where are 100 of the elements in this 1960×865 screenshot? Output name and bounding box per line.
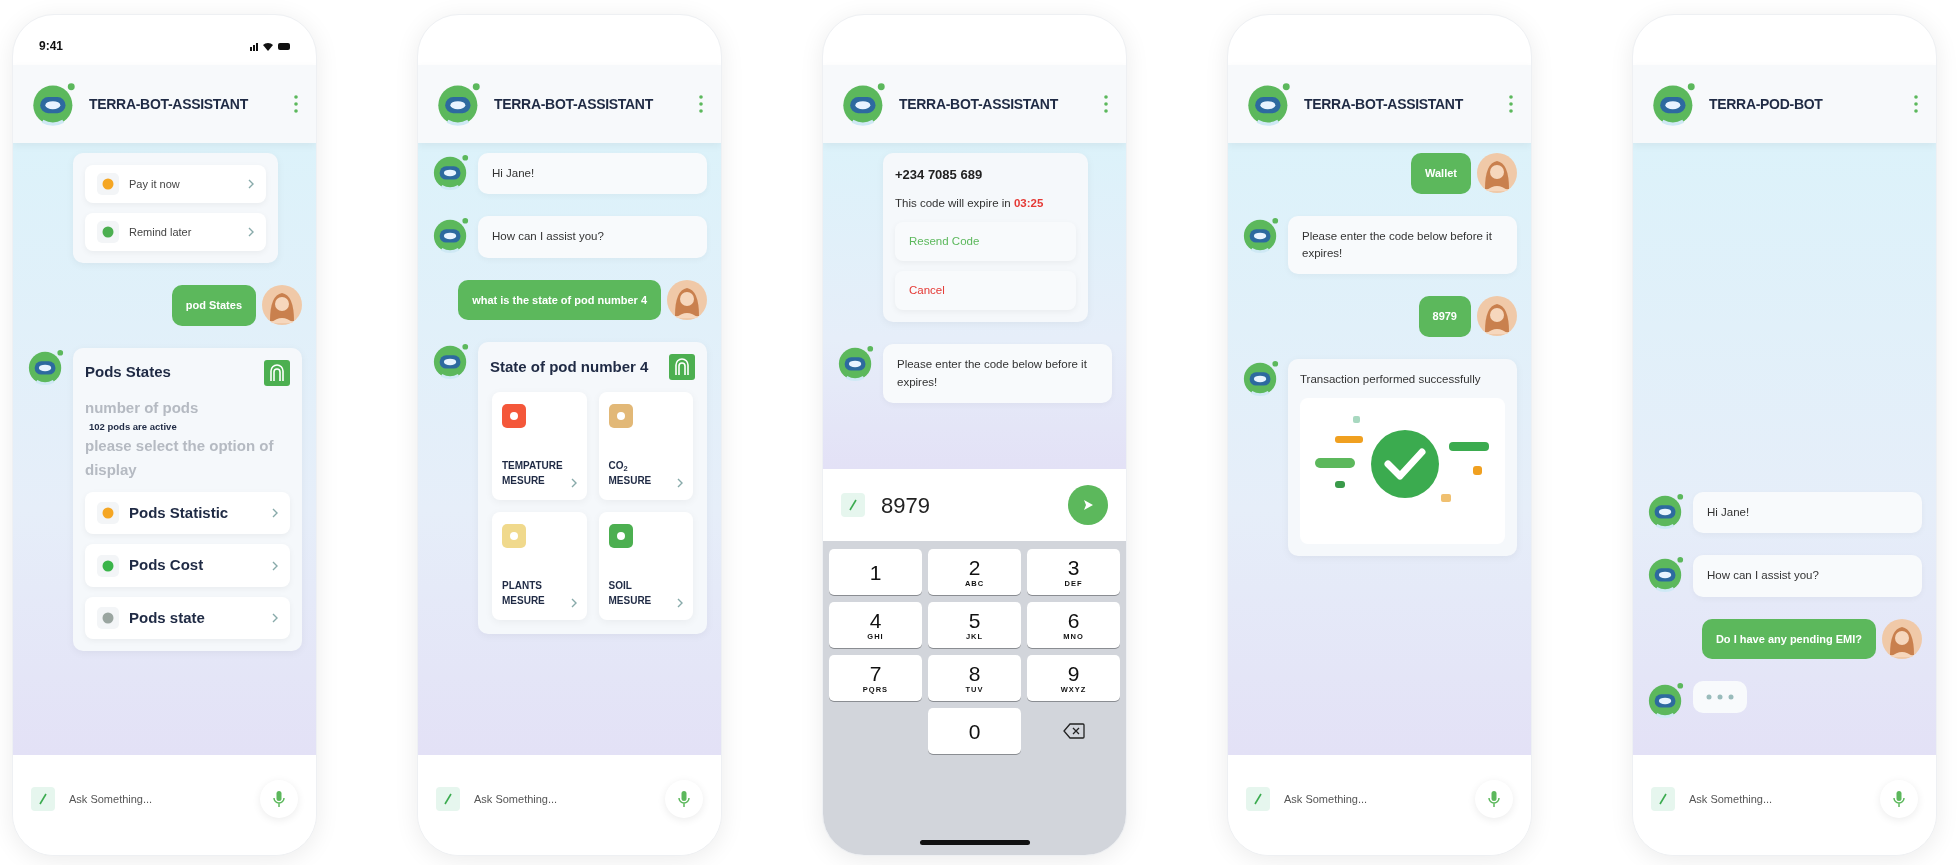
sensor-icon [608, 404, 633, 428]
chevron-icon [570, 478, 577, 488]
pencil-icon[interactable] [436, 787, 460, 811]
chevron-icon [677, 598, 683, 608]
status-time: 9:41 [39, 38, 64, 55]
user-avatar [262, 285, 302, 326]
kebab-menu-icon[interactable] [1509, 95, 1513, 113]
chat-title: TERRA-BOT-ASSISTANT [89, 94, 250, 114]
robot-avatar [27, 347, 65, 386]
option-icon [97, 221, 119, 243]
mic-icon [678, 790, 690, 808]
send-icon [1081, 498, 1095, 512]
option-button[interactable]: Pods Statistic [85, 491, 290, 535]
robot-avatar [1246, 81, 1292, 127]
mic-icon [1893, 790, 1905, 808]
arch-logo-icon [264, 359, 290, 386]
chevron-icon [272, 508, 278, 518]
typing-indicator [1693, 681, 1747, 713]
robot-avatar [841, 81, 887, 127]
bot-message: How can I assist you? [1693, 555, 1922, 597]
chevron-icon [248, 179, 254, 189]
chevron-icon [272, 560, 278, 571]
mic-button[interactable] [260, 780, 298, 818]
option-icon [97, 173, 119, 195]
user-message: 8979 [1418, 296, 1471, 337]
option-icon [97, 502, 119, 524]
user-message: pod States [171, 285, 256, 326]
pencil-icon[interactable] [1651, 787, 1675, 811]
chat-title: TERRA-BOT-ASSISTANT [494, 94, 655, 114]
robot-avatar [432, 342, 470, 380]
option-button[interactable]: Pay it now [85, 165, 266, 203]
user-avatar [1477, 153, 1517, 194]
pencil-icon[interactable] [1246, 787, 1270, 811]
message-text: Transaction performed successfully [1300, 371, 1482, 387]
robot-avatar [436, 81, 482, 127]
code-field[interactable]: 8979 [879, 487, 1054, 523]
measure-tile[interactable]: SOIL MESURE [598, 512, 693, 620]
robot-avatar [1242, 358, 1280, 397]
expiry-text: This code will expire in 03:25 [895, 195, 1045, 211]
kebab-menu-icon[interactable] [1914, 95, 1918, 113]
sensor-icon [502, 404, 526, 428]
user-message: Wallet [1411, 153, 1471, 194]
user-avatar [1882, 618, 1922, 659]
message-field[interactable]: Ask Something... [67, 789, 248, 809]
bot-message: Please enter the code below before it expires! [883, 344, 1112, 403]
pencil-icon[interactable] [31, 787, 55, 811]
chat-title: TERRA-POD-BOT [1709, 94, 1824, 114]
mic-button[interactable] [1475, 780, 1513, 818]
info-text: 102 pods are active [88, 419, 178, 434]
option-button[interactable]: Remind later [85, 213, 266, 251]
arch-logo-icon [669, 354, 695, 380]
status-icons-drawing [250, 41, 290, 51]
action-button[interactable]: Cancel [895, 271, 1076, 311]
user-avatar [667, 279, 707, 320]
message-field[interactable]: Ask Something... [472, 789, 653, 809]
phone-number: +234 7085 689 [895, 166, 984, 184]
measure-tile[interactable]: TEMPATURE MESURE [492, 392, 587, 500]
option-button[interactable]: Pods Cost [85, 544, 290, 587]
bot-message: How can I assist you? [478, 216, 707, 258]
sensor-icon [502, 524, 526, 548]
prompt-text: number of pods [85, 397, 200, 418]
robot-avatar [1242, 215, 1280, 254]
bot-message: Hi Jane! [478, 153, 707, 195]
measure-tile[interactable]: PLANTS MESURE [492, 512, 587, 620]
option-icon [97, 607, 119, 629]
message-field[interactable]: Ask Something... [1687, 789, 1868, 809]
card-title: State of pod number 4 [490, 356, 650, 377]
chat-title: TERRA-BOT-ASSISTANT [899, 94, 1060, 114]
mic-button[interactable] [1880, 780, 1918, 818]
robot-avatar [837, 344, 875, 383]
kebab-menu-icon[interactable] [699, 95, 703, 113]
robot-avatar [31, 81, 77, 127]
chevron-icon [570, 598, 577, 608]
message-field[interactable]: Ask Something... [1282, 789, 1463, 809]
bot-message: Please enter the code below before it expires! [1288, 215, 1517, 274]
robot-avatar [432, 153, 470, 191]
keypad-key[interactable]: 0 [928, 708, 1021, 754]
user-message: what is the state of pod number 4 [458, 279, 661, 320]
pencil-icon[interactable] [841, 493, 865, 517]
mic-button[interactable] [665, 780, 703, 818]
robot-avatar [1647, 681, 1685, 719]
user-message: Do I have any pending EMI? [1701, 618, 1876, 659]
chevron-icon [248, 227, 254, 237]
option-button[interactable]: Pods state [85, 596, 290, 640]
mic-icon [273, 790, 285, 808]
send-button[interactable] [1068, 485, 1108, 525]
measure-tile[interactable]: CO$_{2}$ MESURE [598, 392, 693, 500]
chevron-icon [677, 478, 683, 488]
kebab-menu-icon[interactable] [1104, 95, 1108, 113]
card-title: Pods States [85, 362, 172, 383]
keypad-key[interactable]: 1 [829, 549, 922, 595]
bot-message: Hi Jane! [1693, 492, 1922, 534]
robot-avatar [1647, 555, 1685, 594]
option-icon [97, 554, 119, 577]
prompt-text: please select the option of display [85, 435, 275, 480]
robot-avatar [1647, 492, 1685, 530]
chevron-icon [272, 613, 278, 623]
mic-icon [1488, 790, 1500, 808]
robot-avatar [432, 216, 470, 255]
kebab-menu-icon[interactable] [294, 95, 298, 113]
